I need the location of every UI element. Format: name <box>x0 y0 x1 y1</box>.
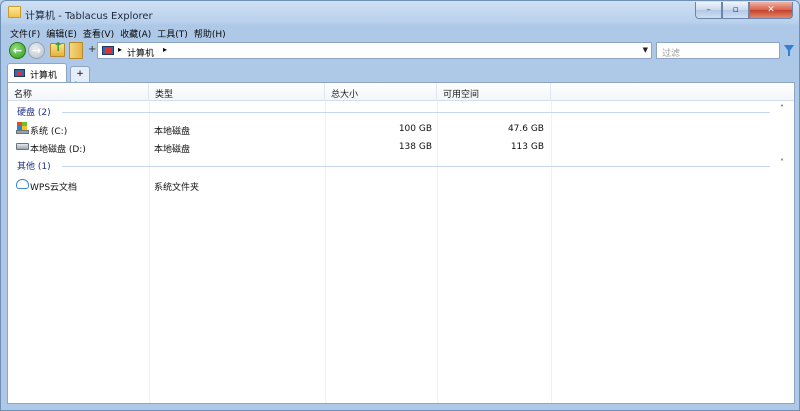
folder-tree-icon[interactable] <box>69 42 83 59</box>
address-bar[interactable]: ▸ 计算机 ▸ ▼ <box>97 42 652 59</box>
column-type[interactable]: 类型 <box>149 83 325 101</box>
menu-favorites[interactable]: 收藏(A) <box>117 25 154 41</box>
menu-file[interactable]: 文件(F) <box>7 25 43 41</box>
forward-arrow-icon: → <box>31 44 42 57</box>
item-type: 系统文件夹 <box>154 183 200 193</box>
tab-strip: 计算机 + <box>7 63 795 82</box>
computer-icon <box>102 46 114 55</box>
maximize-icon: ▫ <box>732 5 739 15</box>
back-arrow-icon: ← <box>12 44 23 57</box>
breadcrumb-separator-icon[interactable]: ▸ <box>118 45 122 54</box>
window-title: 计算机 - Tablacus Explorer <box>25 11 153 22</box>
filter-placeholder: 过滤 <box>662 49 681 59</box>
column-total-size[interactable]: 总大小 <box>325 83 437 101</box>
list-item[interactable]: 本地磁盘 (D:) 本地磁盘 138 GB 113 GB <box>8 138 794 156</box>
toolbar: ← → + ▸ 计算机 ▸ ▼ 过滤 <box>7 40 795 61</box>
cloud-icon <box>16 179 29 189</box>
add-button[interactable]: + <box>88 44 96 55</box>
item-type: 本地磁盘 <box>154 127 191 137</box>
back-button[interactable]: ← <box>9 42 26 59</box>
group-divider <box>62 166 770 167</box>
menu-help[interactable]: 帮助(H) <box>191 25 229 41</box>
group-label: 其他 (1) <box>17 162 51 172</box>
item-free-space: 47.6 GB <box>507 124 544 134</box>
close-button[interactable]: ✕ <box>749 2 793 19</box>
maximize-button[interactable]: ▫ <box>722 2 749 19</box>
sort-ascending-icon: ˆ <box>74 81 78 89</box>
explorer-window: 计算机 - Tablacus Explorer – ▫ ✕ 文件(F) 编辑(E… <box>0 0 800 411</box>
column-name-label: 名称 <box>14 90 33 100</box>
column-free-label: 可用空间 <box>443 90 480 100</box>
breadcrumb-computer[interactable]: 计算机 <box>127 46 154 59</box>
menu-tools[interactable]: 工具(T) <box>154 25 191 41</box>
file-list[interactable]: 名称 ˆ 类型 总大小 可用空间 硬盘 (2) ˄ 系统 (C:) 本地磁盘 1… <box>7 81 795 404</box>
menu-edit[interactable]: 编辑(E) <box>43 25 80 41</box>
minimize-icon: – <box>706 5 711 15</box>
close-icon: ✕ <box>767 5 775 15</box>
filter-funnel-icon[interactable] <box>784 45 794 56</box>
computer-icon <box>14 69 25 77</box>
column-total-label: 总大小 <box>331 90 359 100</box>
breadcrumb-separator-icon[interactable]: ▸ <box>163 45 167 54</box>
minimize-button[interactable]: – <box>695 2 722 19</box>
column-header: 名称 ˆ 类型 总大小 可用空间 <box>8 81 794 101</box>
group-header-hard-disks[interactable]: 硬盘 (2) ˄ <box>8 103 794 119</box>
group-label: 硬盘 (2) <box>17 108 51 118</box>
item-type: 本地磁盘 <box>154 145 191 155</box>
chevron-up-icon[interactable]: ˄ <box>780 158 784 167</box>
new-tab-button[interactable]: + <box>70 66 90 82</box>
tab-computer[interactable]: 计算机 <box>7 63 67 82</box>
folder-icon <box>8 6 21 18</box>
hard-drive-icon <box>16 143 29 150</box>
title-bar[interactable]: 计算机 - Tablacus Explorer – ▫ ✕ <box>1 1 799 25</box>
caption-buttons: – ▫ ✕ <box>695 2 793 19</box>
tab-label: 计算机 <box>30 71 58 81</box>
forward-button[interactable]: → <box>28 42 45 59</box>
column-type-label: 类型 <box>155 90 174 100</box>
column-name[interactable]: 名称 ˆ <box>8 81 149 101</box>
menu-view[interactable]: 查看(V) <box>80 25 117 41</box>
windows-drive-icon <box>16 122 29 135</box>
item-total-size: 100 GB <box>398 124 432 134</box>
menu-bar: 文件(F) 编辑(E) 查看(V) 收藏(A) 工具(T) 帮助(H) <box>7 25 229 41</box>
list-item[interactable]: WPS云文档 系统文件夹 <box>8 176 794 194</box>
filter-input[interactable]: 过滤 <box>656 42 780 59</box>
list-item[interactable]: 系统 (C:) 本地磁盘 100 GB 47.6 GB <box>8 120 794 138</box>
item-name: 系统 (C:) <box>30 127 68 137</box>
column-free-space[interactable]: 可用空间 <box>437 83 551 101</box>
item-name: 本地磁盘 (D:) <box>30 145 86 155</box>
up-folder-icon[interactable] <box>50 40 65 57</box>
item-free-space: 113 GB <box>510 142 544 152</box>
chevron-down-icon[interactable]: ▼ <box>643 46 648 54</box>
item-total-size: 138 GB <box>398 142 432 152</box>
group-divider <box>62 112 770 113</box>
item-name: WPS云文档 <box>30 183 78 193</box>
chevron-up-icon[interactable]: ˄ <box>780 104 784 113</box>
group-header-other[interactable]: 其他 (1) ˄ <box>8 157 794 173</box>
